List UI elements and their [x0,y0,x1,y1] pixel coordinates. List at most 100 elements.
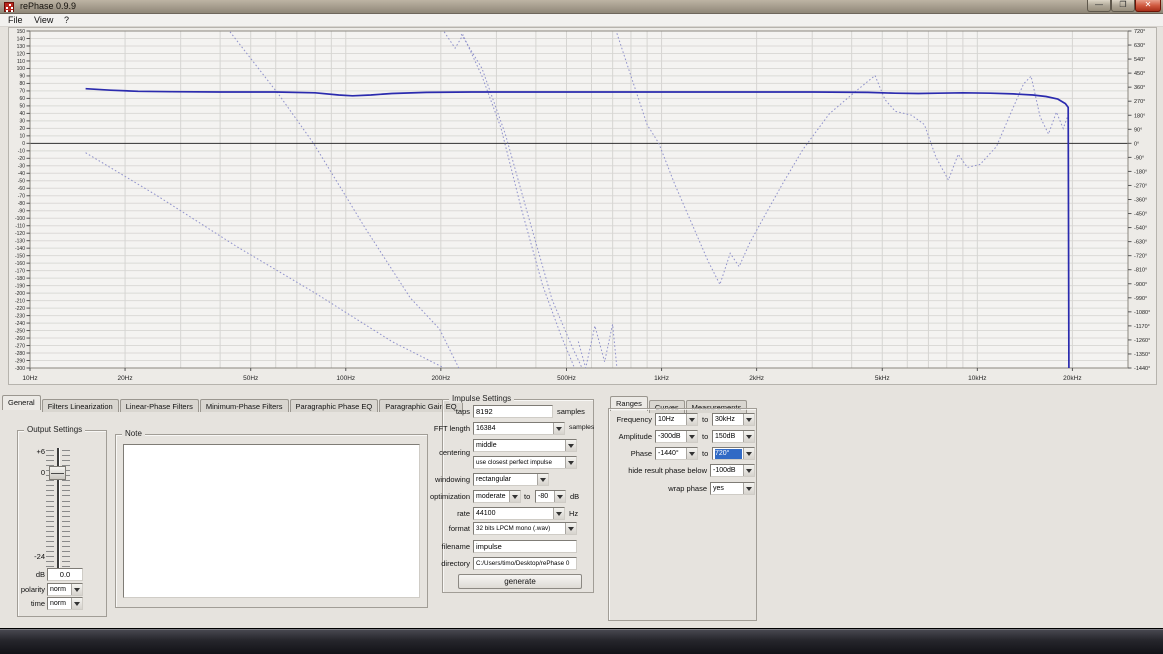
phase-axis-label: 630° [1134,43,1145,49]
dropdown-arrow-icon[interactable] [565,440,576,451]
phase-to-label: to [702,449,708,458]
frequency-to-select[interactable]: 30kHz [712,413,755,426]
centering-select[interactable]: middle [473,439,577,452]
y-axis-label: -270 [15,343,25,349]
title-bar: rePhase 0.9.9 — ❐ ✕ [0,0,1163,14]
y-axis-label: -10 [18,149,25,155]
menu-file[interactable]: File [4,14,27,27]
phase-to-value: 720° [715,449,742,459]
directory-input[interactable] [473,557,577,570]
time-select[interactable]: norm [47,597,83,610]
windowing-select[interactable]: rectangular [473,473,549,486]
slider-tick [46,450,54,451]
fft-length-select[interactable]: 16384 [473,422,565,435]
note-textarea[interactable] [123,444,420,598]
tab-paragraphic-phase-eq[interactable]: Paragraphic Phase EQ [290,399,379,412]
slider-tick [46,495,54,496]
optimization-db-select[interactable]: -80 [535,490,566,503]
optimization-select[interactable]: moderate [473,490,521,503]
format-label: format [449,524,470,533]
slider-tick [62,480,70,481]
dropdown-arrow-icon[interactable] [686,448,697,459]
close-button[interactable]: ✕ [1135,0,1161,12]
tab-minimum-phase-filters[interactable]: Minimum-Phase Filters [200,399,289,412]
y-axis-label: -140 [15,246,25,252]
taps-input[interactable] [473,405,553,418]
phase-axis-label: -90° [1134,155,1144,161]
main-tab-strip: GeneralFilters LinearizationLinear-Phase… [2,392,464,407]
menu-help[interactable]: ? [60,14,73,27]
dropdown-arrow-icon[interactable] [565,457,576,468]
dropdown-arrow-icon[interactable] [686,431,697,442]
fft-length-label: FFT length [434,424,470,433]
y-axis-label: -210 [15,298,25,304]
phase-to-select[interactable]: 720° [712,447,755,460]
phase-from-value: -1440° [658,449,685,459]
rate-select[interactable]: 44100 [473,507,565,520]
phase-axis-label: -990° [1134,296,1147,302]
tab-linear-phase-filters[interactable]: Linear-Phase Filters [120,399,199,412]
minimize-icon: — [1088,0,1110,11]
slider-tick [46,566,54,567]
phase-axis-label: 360° [1134,85,1145,91]
amplitude-to-select[interactable]: 150dB [712,430,755,443]
slider-tick [62,460,70,461]
slider-tick [62,531,70,532]
dropdown-arrow-icon[interactable] [686,414,697,425]
dropdown-arrow-icon[interactable] [553,423,564,434]
hide-result-phase-select[interactable]: -100dB [710,464,755,477]
dropdown-arrow-icon[interactable] [71,598,82,609]
y-axis-label: -30 [18,164,25,170]
dropdown-arrow-icon[interactable] [743,465,754,476]
tab-general[interactable]: General [2,395,41,410]
dropdown-arrow-icon[interactable] [743,431,754,442]
y-axis-label: -150 [15,253,25,259]
phase-axis-label: -360° [1134,198,1147,204]
wrap-phase-select[interactable]: yes [710,482,755,495]
y-axis-label: -70 [18,194,25,200]
close-icon: ✕ [1136,0,1160,11]
phase-axis-label: -1440° [1134,366,1150,372]
y-axis-label: 40 [19,111,25,117]
phase-from-select[interactable]: -1440° [655,447,698,460]
dropdown-arrow-icon[interactable] [743,414,754,425]
y-axis-label: -170 [15,268,25,274]
restore-button[interactable]: ❐ [1111,0,1135,12]
windowing-value: rectangular [476,475,536,485]
format-select[interactable]: 32 bits LPCM mono (.wav) [473,522,577,535]
menu-view[interactable]: View [30,14,57,27]
optimization-db-value: -80 [538,492,553,502]
tab-filters-linearization[interactable]: Filters Linearization [42,399,119,412]
y-axis-label: -40 [18,171,25,177]
generate-button[interactable]: generate [458,574,582,589]
output-gain-input[interactable] [47,568,83,581]
phase-label: Phase [631,449,652,458]
dropdown-arrow-icon[interactable] [565,523,576,534]
dropdown-arrow-icon[interactable] [743,483,754,494]
dropdown-arrow-icon[interactable] [509,491,520,502]
centering-mode-select[interactable]: use closest perfect impulse [473,456,577,469]
slider-tick [62,501,70,502]
x-axis-label: 100Hz [336,375,355,382]
amplitude-from-select[interactable]: -300dB [655,430,698,443]
phase-axis-label: 270° [1134,99,1145,105]
slider-tick [62,506,70,507]
frequency-from-select[interactable]: 10Hz [655,413,698,426]
taps-label: taps [456,407,470,416]
slider-tick [46,460,54,461]
slider-tick [62,490,70,491]
dropdown-arrow-icon[interactable] [537,474,548,485]
fft-length-value: 16384 [476,424,552,434]
fft-length-unit: samples [569,424,594,431]
filename-input[interactable] [473,540,577,553]
dropdown-arrow-icon[interactable] [743,448,754,459]
x-axis-label: 1kHz [654,375,669,382]
wrap-phase-value: yes [713,484,742,494]
minimize-button[interactable]: — [1087,0,1111,12]
output-gain-slider-handle[interactable] [49,466,66,480]
dropdown-arrow-icon[interactable] [71,584,82,595]
dropdown-arrow-icon[interactable] [554,491,565,502]
dropdown-arrow-icon[interactable] [553,508,564,519]
polarity-select[interactable]: norm [47,583,83,596]
slider-tick [46,455,54,456]
